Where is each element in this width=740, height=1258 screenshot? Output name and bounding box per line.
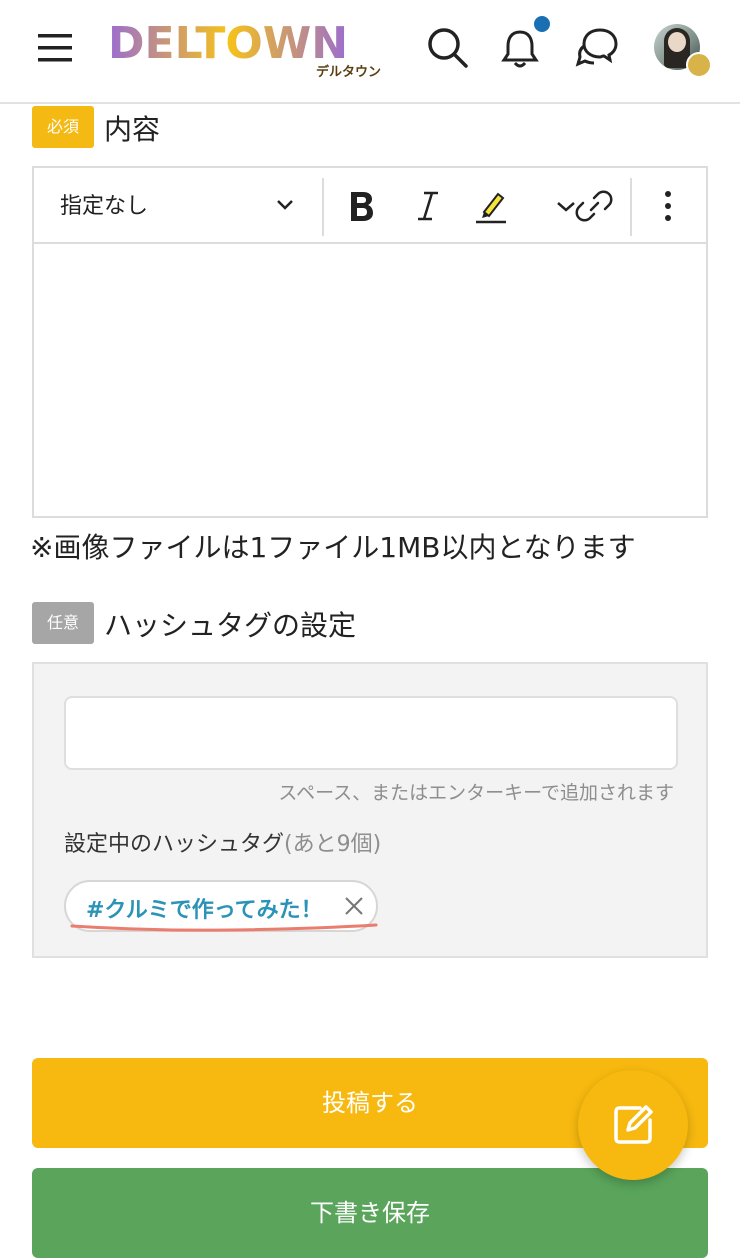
more-options-icon[interactable] [648, 186, 688, 226]
link-icon[interactable] [574, 186, 614, 226]
optional-badge: 任意 [32, 602, 94, 644]
hashtag-panel: スペース、またはエンターキーで追加されます 設定中のハッシュタグ(あと9個) #… [32, 662, 708, 958]
coin-icon [686, 52, 712, 78]
current-hashtags-text: 設定中のハッシュタグ [64, 832, 285, 857]
hashtag-title: ハッシュタグの設定 [104, 609, 357, 642]
format-select[interactable]: 指定なし [60, 188, 148, 220]
editor-toolbar: 指定なし [34, 168, 706, 244]
notification-dot [534, 16, 550, 32]
required-badge: 必須 [32, 106, 94, 148]
toolbar-divider [630, 178, 632, 236]
close-icon[interactable] [342, 894, 366, 918]
remaining-count: (あと9個) [284, 832, 382, 857]
search-icon[interactable] [424, 24, 472, 72]
image-size-note: ※画像ファイルは1ファイル1MB以内となります [30, 531, 636, 564]
bell-icon[interactable] [496, 24, 544, 72]
compose-fab[interactable] [578, 1070, 688, 1180]
hashtag-hint: スペース、またはエンターキーで追加されます [278, 782, 674, 804]
svg-text:DELTOWN: DELTOWN [108, 18, 348, 69]
chevron-down-icon[interactable] [274, 194, 296, 216]
menu-icon[interactable] [36, 30, 76, 66]
italic-icon[interactable] [408, 186, 448, 226]
editor-content-area[interactable] [34, 244, 706, 516]
bold-icon[interactable] [342, 186, 382, 226]
hashtag-chip-label: #クルミで作ってみた！ [86, 898, 323, 923]
content-title: 内容 [104, 113, 161, 146]
deltown-logo-mark: DELTOWN デルタウン [108, 18, 381, 80]
edit-icon [614, 1105, 653, 1144]
current-hashtags-label: 設定中のハッシュタグ(あと9個) [64, 826, 381, 858]
toolbar-divider [322, 178, 324, 236]
save-draft-button[interactable]: 下書き保存 [32, 1168, 708, 1258]
svg-text:デルタウン: デルタウン [316, 64, 381, 80]
deltown-logo[interactable]: DELTOWN デルタウン [108, 18, 398, 82]
avatar-face [668, 32, 686, 52]
chat-icon[interactable] [574, 24, 622, 72]
highlight-icon[interactable] [470, 186, 510, 226]
hand-drawn-underline [70, 923, 378, 932]
app-header: DELTOWN デルタウン [0, 0, 740, 104]
hashtag-input[interactable] [64, 696, 678, 770]
rich-text-editor: 指定なし [32, 166, 708, 518]
